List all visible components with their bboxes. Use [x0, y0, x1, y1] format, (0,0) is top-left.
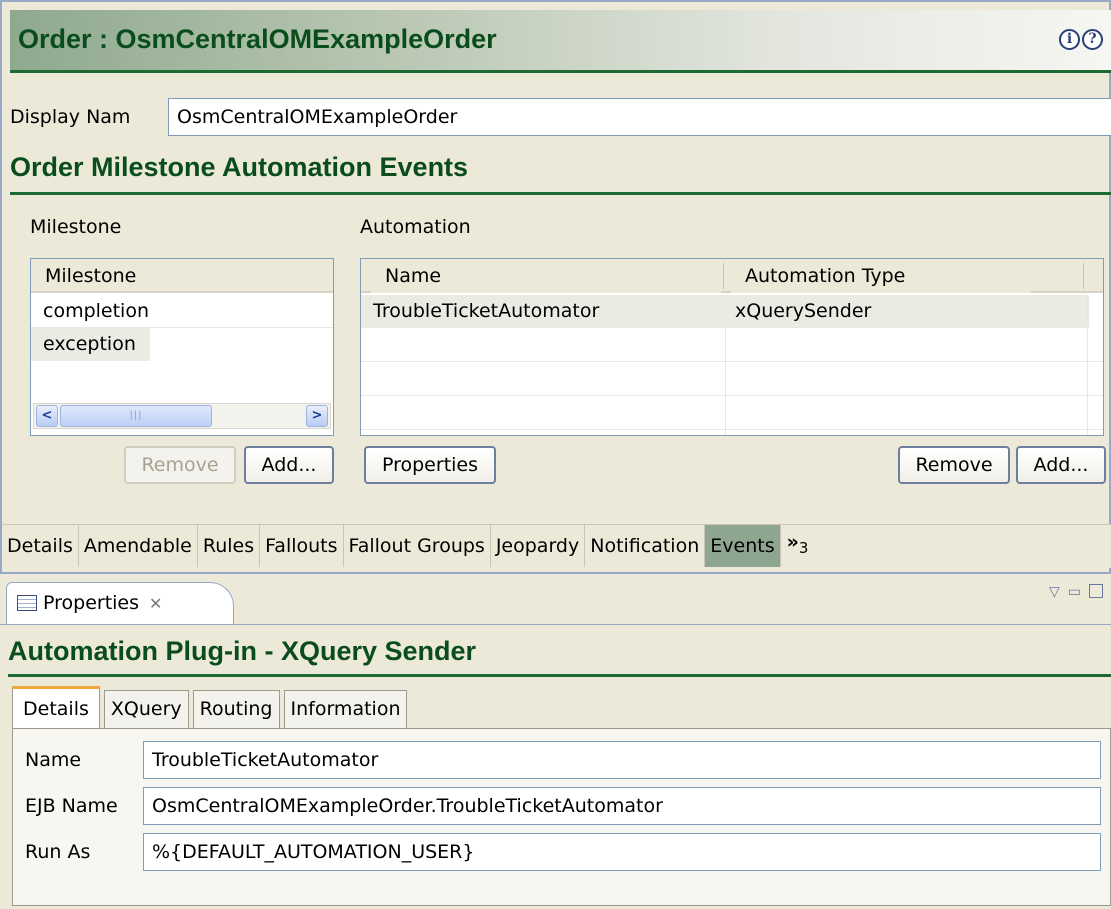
milestone-cell[interactable]: exception — [31, 328, 150, 361]
tab-rules[interactable]: Rules — [198, 525, 261, 567]
table-row — [361, 363, 1103, 396]
milestone-cell[interactable]: completion — [31, 295, 149, 328]
automation-name-cell[interactable]: TroubleTicketAutomator — [361, 295, 599, 328]
properties-tab-bar: Details XQuery Routing Information — [12, 686, 411, 728]
table-row — [361, 397, 1103, 430]
ejb-name-field[interactable]: OsmCentralOMExampleOrder.TroubleTicketAu… — [143, 787, 1101, 825]
question-icon[interactable]: ? — [1082, 29, 1103, 50]
more-tabs-button[interactable]: »3 — [781, 525, 815, 567]
properties-view-tab[interactable]: Properties ✕ — [6, 582, 234, 624]
order-editor: Order : OsmCentralOMExampleOrder i? Disp… — [0, 0, 1111, 572]
column-separator — [1083, 263, 1084, 289]
table-row[interactable]: exception — [31, 328, 333, 361]
properties-view: Properties ✕ ▽▭ Automation Plug-in - XQue… — [0, 572, 1111, 909]
milestone-add-button[interactable]: Add... — [244, 446, 334, 484]
run-as-label: Run As — [25, 841, 91, 863]
header-rule — [10, 70, 1111, 73]
milestone-table[interactable]: Milestone completion exception < ||| > — [30, 258, 334, 436]
horizontal-scrollbar[interactable]: < ||| > — [33, 403, 331, 429]
tab-jeopardy[interactable]: Jeopardy — [491, 525, 586, 567]
more-tabs-count: 3 — [798, 538, 809, 557]
name-column-header[interactable]: Name — [371, 259, 721, 293]
scroll-right-icon[interactable]: > — [306, 405, 328, 427]
properties-table-icon — [17, 595, 37, 611]
tab-information[interactable]: Information — [283, 690, 408, 728]
tab-details[interactable]: Details — [2, 525, 79, 567]
section-title: Order Milestone Automation Events — [10, 152, 469, 182]
type-column-header[interactable]: Automation Type — [731, 259, 1031, 293]
automation-table[interactable]: Name Automation Type TroubleTicketAutoma… — [360, 258, 1104, 436]
run-as-field[interactable]: %{DEFAULT_AUTOMATION_USER} — [143, 833, 1101, 871]
automation-add-button[interactable]: Add... — [1016, 446, 1106, 484]
name-label: Name — [25, 749, 82, 771]
ejb-name-label: EJB Name — [25, 795, 118, 817]
display-name-label: Display Nam — [10, 106, 131, 128]
milestone-remove-button[interactable]: Remove — [124, 446, 236, 484]
column-line — [725, 295, 726, 435]
tab-notification[interactable]: Notification — [585, 525, 706, 567]
details-form: Name TroubleTicketAutomator EJB Name Osm… — [12, 728, 1111, 906]
view-menu-icon[interactable]: ▽ — [1049, 584, 1068, 600]
tab-fallout-groups[interactable]: Fallout Groups — [344, 525, 491, 567]
automation-type-cell[interactable]: xQuerySender — [723, 295, 871, 328]
properties-title: Automation Plug-in - XQuery Sender — [8, 636, 477, 666]
tab-xquery[interactable]: XQuery — [103, 690, 189, 728]
column-line — [1087, 295, 1088, 435]
properties-rule — [8, 674, 1111, 677]
tab-events[interactable]: Events — [705, 525, 781, 567]
scroll-thumb[interactable]: ||| — [60, 405, 212, 427]
tab-details[interactable]: Details — [12, 686, 100, 728]
tab-routing[interactable]: Routing — [192, 690, 280, 728]
properties-view-label: Properties — [43, 592, 140, 614]
editor-title: Order : OsmCentralOMExampleOrder — [18, 24, 497, 54]
scroll-left-icon[interactable]: < — [36, 405, 58, 427]
column-separator — [723, 263, 724, 289]
maximize-icon[interactable] — [1089, 584, 1103, 598]
view-divider — [0, 624, 1111, 625]
milestone-column-header[interactable]: Milestone — [31, 259, 333, 293]
more-tabs-icon: » — [786, 531, 799, 553]
close-icon[interactable]: ✕ — [149, 594, 162, 613]
editor-tab-bar: Details Amendable Rules Fallouts Fallout Gro… — [2, 524, 1111, 568]
properties-button[interactable]: Properties — [364, 446, 496, 484]
table-row — [361, 329, 1103, 362]
milestone-group-label: Milestone — [30, 216, 122, 238]
info-icon[interactable]: i — [1059, 29, 1080, 50]
name-field[interactable]: TroubleTicketAutomator — [143, 741, 1101, 779]
section-rule — [10, 192, 1111, 195]
view-toolbar: ▽▭ — [1049, 584, 1103, 600]
tab-amendable[interactable]: Amendable — [79, 525, 198, 567]
automation-remove-button[interactable]: Remove — [898, 446, 1010, 484]
table-row[interactable]: completion — [31, 295, 333, 328]
tab-fallouts[interactable]: Fallouts — [260, 525, 344, 567]
help-icons: i? — [1057, 26, 1103, 50]
automation-group-label: Automation — [360, 216, 471, 238]
minimize-icon[interactable]: ▭ — [1068, 584, 1089, 600]
display-name-input[interactable]: OsmCentralOMExampleOrder — [168, 98, 1111, 136]
